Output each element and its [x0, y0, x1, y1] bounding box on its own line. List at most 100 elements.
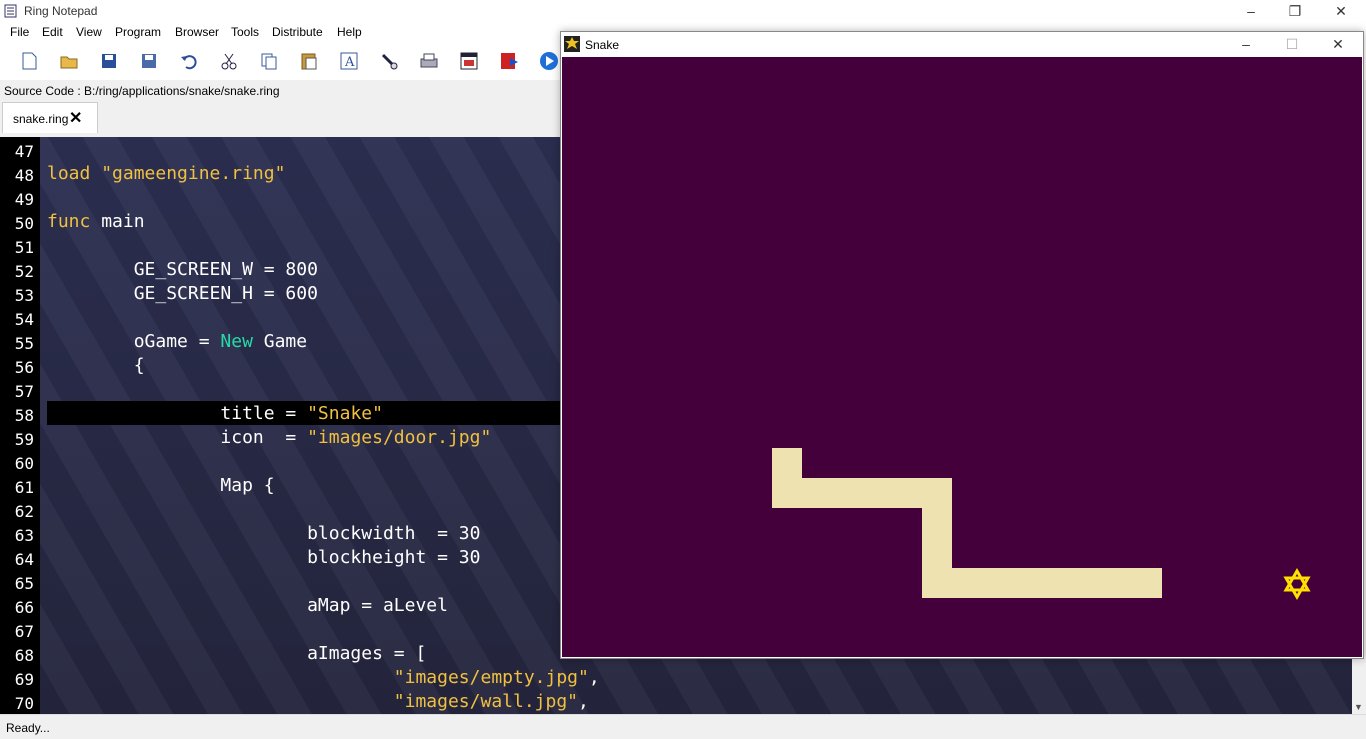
code-line: aMap = aLevel: [47, 595, 448, 616]
window-title: Ring Notepad: [24, 4, 98, 18]
code-line: "images/empty.jpg",: [47, 667, 600, 688]
code-line: GE_SCREEN_H = 600: [47, 283, 318, 304]
snake-minimize-button[interactable]: –: [1223, 32, 1269, 57]
code-token: func: [47, 211, 102, 232]
code-token: "gameengine.ring": [101, 163, 286, 184]
code-token: blockwidth = 30: [47, 523, 481, 544]
snake-maximize-button[interactable]: ☐: [1269, 32, 1315, 57]
line-number: 58: [14, 406, 34, 425]
code-line: icon = "images/door.jpg": [47, 427, 491, 448]
save-icon[interactable]: [98, 50, 120, 72]
form-designer-icon[interactable]: [458, 50, 480, 72]
menu-view[interactable]: View: [76, 25, 102, 39]
code-line: oGame = New Game: [47, 331, 307, 352]
line-number: 49: [14, 190, 34, 209]
snake-segment: [922, 568, 1162, 598]
restore-button[interactable]: ❐: [1272, 0, 1318, 22]
code-token: title =: [47, 403, 308, 424]
line-number: 65: [14, 574, 34, 593]
menu-edit[interactable]: Edit: [42, 25, 63, 39]
copy-icon[interactable]: [258, 50, 280, 72]
code-token: ,: [588, 667, 600, 688]
debug-icon[interactable]: [498, 50, 520, 72]
tab-label: snake.ring: [13, 112, 69, 126]
save-as-icon[interactable]: [138, 50, 160, 72]
line-number: 51: [14, 238, 34, 257]
line-number: 70: [14, 694, 34, 713]
menu-tools[interactable]: Tools: [231, 25, 259, 39]
scroll-down-icon[interactable]: ▼: [1354, 702, 1363, 712]
code-line: aImages = [: [47, 643, 426, 664]
line-number: 54: [14, 310, 34, 329]
code-token: Game: [252, 331, 308, 352]
menu-distribute[interactable]: Distribute: [272, 25, 323, 39]
line-number: 57: [14, 382, 34, 401]
code-token: GE_SCREEN_H = 600: [47, 283, 318, 304]
status-text: Ready...: [6, 721, 50, 735]
svg-text:A: A: [344, 55, 355, 70]
code-token: "images/door.jpg": [307, 427, 492, 448]
code-line: GE_SCREEN_W = 800: [47, 259, 318, 280]
code-line: func main: [47, 211, 145, 232]
tab-snake-ring[interactable]: snake.ring ✕: [2, 102, 98, 133]
line-number: 62: [14, 502, 34, 521]
line-number: 53: [14, 286, 34, 305]
line-number: 47: [14, 142, 34, 161]
code-line: blockheight = 30: [47, 547, 480, 568]
line-number: 55: [14, 334, 34, 353]
snake-game-window[interactable]: Snake – ☐ ✕: [560, 31, 1364, 659]
game-canvas[interactable]: [562, 57, 1362, 657]
code-line: Map {: [47, 475, 274, 496]
menu-help[interactable]: Help: [337, 25, 362, 39]
minimize-button[interactable]: –: [1228, 0, 1274, 22]
open-folder-icon[interactable]: [58, 50, 80, 72]
code-line: title = "Snake": [47, 403, 383, 424]
title-bar: Ring Notepad – ❐ ✕: [0, 0, 1366, 22]
code-line: load "gameengine.ring": [47, 163, 285, 184]
line-number: 56: [14, 358, 34, 377]
code-token: GE_SCREEN_W = 800: [47, 259, 318, 280]
line-number: 60: [14, 454, 34, 473]
new-file-icon[interactable]: [18, 50, 40, 72]
menu-file[interactable]: File: [10, 25, 29, 39]
menu-browser[interactable]: Browser: [175, 25, 219, 39]
code-token: ,: [578, 691, 589, 712]
cut-icon[interactable]: [218, 50, 240, 72]
tab-close-icon[interactable]: ✕: [69, 108, 82, 128]
line-number: 69: [14, 670, 34, 689]
code-token: {: [47, 355, 145, 376]
source-path: Source Code : B:/ring/applications/snake…: [4, 84, 280, 98]
line-number: 59: [14, 430, 34, 449]
undo-icon[interactable]: [178, 50, 200, 72]
line-number-gutter: 47 48 49 50 51 52 53 54 55 56 57 58 59 60 61 62 63 64 65 66…: [0, 137, 40, 714]
line-number: 64: [14, 550, 34, 569]
print-icon[interactable]: [418, 50, 440, 72]
snake-close-button[interactable]: ✕: [1315, 32, 1361, 57]
app-icon: [4, 4, 18, 18]
code-token: icon =: [47, 427, 308, 448]
line-number: 48: [14, 166, 34, 185]
font-icon[interactable]: A: [338, 50, 360, 72]
line-number: 61: [14, 478, 34, 497]
close-button[interactable]: ✕: [1318, 0, 1364, 22]
code-line: "images/wall.jpg",: [47, 691, 589, 712]
find-icon[interactable]: [378, 50, 400, 72]
code-token: New: [220, 331, 253, 352]
code-token: main: [101, 211, 145, 232]
status-bar: Ready...: [0, 714, 1366, 739]
line-number: 68: [14, 646, 34, 665]
run-icon[interactable]: [538, 50, 560, 72]
code-token: blockheight = 30: [47, 547, 481, 568]
code-token: "Snake": [307, 403, 383, 424]
code-token: "images/empty.jpg": [393, 667, 589, 688]
code-token: load: [47, 163, 102, 184]
paste-icon[interactable]: [298, 50, 320, 72]
menu-program[interactable]: Program: [115, 25, 161, 39]
snake-window-title: Snake: [585, 38, 620, 52]
snake-window-icon: [564, 36, 580, 52]
code-token: aMap = aLevel: [47, 595, 448, 616]
code-token: aImages = [: [47, 643, 427, 664]
line-number: 50: [14, 214, 34, 233]
